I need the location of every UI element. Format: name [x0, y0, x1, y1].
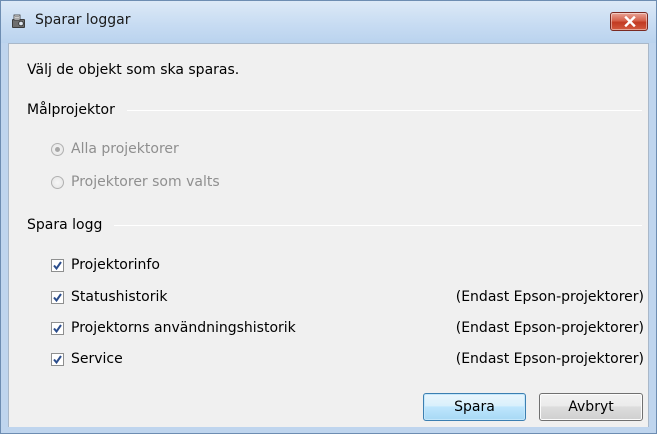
- checkbox-status-history[interactable]: [51, 290, 64, 304]
- checkbox-row-usage-history[interactable]: Projektorns användningshistorik (Endast …: [51, 320, 644, 336]
- radio-all-projectors[interactable]: Alla projektorer: [51, 141, 179, 157]
- checkmark-icon: [53, 260, 62, 270]
- radio-selected-projectors[interactable]: Projektorer som valts: [51, 174, 220, 190]
- checkbox-row-service[interactable]: Service (Endast Epson-projektorer): [51, 351, 644, 367]
- projector-save-icon: [11, 14, 27, 30]
- group-divider: [126, 109, 642, 111]
- title-bar[interactable]: Sparar loggar: [1, 1, 656, 43]
- checkbox-usage-history[interactable]: [51, 321, 64, 335]
- checkbox-row-projector-info[interactable]: Projektorinfo: [51, 257, 644, 273]
- group-divider: [114, 224, 642, 226]
- epson-only-note: (Endast Epson-projektorer): [455, 289, 644, 305]
- save-log-label: Spara logg: [27, 217, 103, 233]
- window-frame-bottom: [1, 427, 656, 433]
- checkbox-label-status-history: Statushistorik: [71, 289, 168, 305]
- checkbox-label-service: Service: [71, 351, 123, 367]
- checkbox-label-projector-info: Projektorinfo: [71, 257, 160, 273]
- radio-button[interactable]: [51, 175, 64, 189]
- close-icon: [624, 16, 636, 27]
- radio-button-selected[interactable]: [51, 142, 64, 156]
- radio-label-all-projectors: Alla projektorer: [71, 141, 179, 157]
- save-button[interactable]: Spara: [423, 393, 526, 421]
- epson-only-note: (Endast Epson-projektorer): [455, 351, 644, 367]
- checkbox-service[interactable]: [51, 352, 64, 366]
- checkbox-projector-info[interactable]: [51, 258, 64, 272]
- dialog-content: Välj de objekt som ska sparas. Målprojek…: [8, 43, 649, 428]
- epson-only-note: (Endast Epson-projektorer): [455, 320, 644, 336]
- checkmark-icon: [53, 292, 62, 302]
- cancel-button[interactable]: Avbryt: [539, 393, 643, 421]
- checkmark-icon: [53, 354, 62, 364]
- radio-label-selected-projectors: Projektorer som valts: [71, 174, 220, 190]
- window-title: Sparar loggar: [35, 12, 131, 28]
- close-button[interactable]: [610, 12, 648, 31]
- dialog-window: Sparar loggar Välj de objekt som ska spa…: [0, 0, 657, 434]
- checkbox-row-status-history[interactable]: Statushistorik (Endast Epson-projektorer…: [51, 289, 644, 305]
- checkbox-label-usage-history: Projektorns användningshistorik: [71, 320, 296, 336]
- target-projector-group-header: Målprojektor: [27, 102, 642, 118]
- save-log-group-header: Spara logg: [27, 217, 642, 233]
- target-projector-label: Målprojektor: [27, 102, 115, 118]
- instruction-text: Välj de objekt som ska sparas.: [27, 62, 240, 78]
- checkmark-icon: [53, 323, 62, 333]
